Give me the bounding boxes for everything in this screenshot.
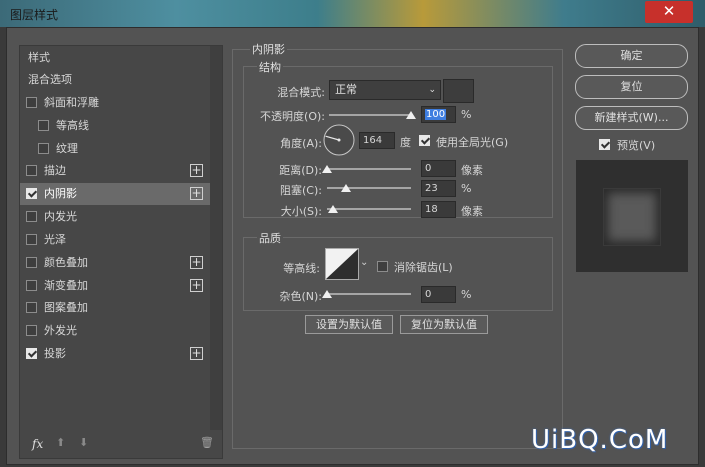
sidebar-item-inner-shadow[interactable]: 内阴影 + <box>20 183 210 205</box>
sidebar-item-satin[interactable]: 光泽 <box>20 229 210 251</box>
sidebar-item-drop-shadow[interactable]: 投影 + <box>20 343 210 365</box>
size-slider[interactable] <box>327 208 411 210</box>
structure-title: 结构 <box>257 59 283 75</box>
size-input[interactable]: 18 <box>421 201 456 218</box>
noise-slider-thumb[interactable] <box>322 290 332 298</box>
contour-chevron-down-icon[interactable]: ⌄ <box>360 257 368 268</box>
noise-input[interactable]: 0 <box>421 286 456 303</box>
anti-alias-label: 消除锯齿(L) <box>394 261 453 274</box>
gradient-overlay-checkbox[interactable] <box>26 280 37 291</box>
sidebar-item-stroke[interactable]: 描边 + <box>20 160 210 182</box>
sidebar-item-blend-options[interactable]: 混合选项 <box>20 69 210 91</box>
site-watermark: UiBQ.CoM <box>531 425 669 455</box>
window-titlebar: 图层样式 ✕ <box>0 0 705 27</box>
close-icon: ✕ <box>662 2 676 20</box>
contour-label: 等高线: <box>283 262 320 275</box>
add-stroke-button[interactable]: + <box>190 164 203 177</box>
opacity-label: 不透明度(O): <box>260 110 325 123</box>
layer-style-dialog: 样式 混合选项 斜面和浮雕 等高线 纹理 描边 + 内阴影 + 内发光 光泽 颜… <box>6 27 699 465</box>
choke-input[interactable]: 23 <box>421 180 456 197</box>
contour-checkbox[interactable] <box>38 120 49 131</box>
fx-icon[interactable]: fx <box>32 437 43 451</box>
size-label: 大小(S): <box>280 205 322 218</box>
angle-unit: 度 <box>400 136 411 149</box>
global-light-checkbox[interactable] <box>419 135 430 146</box>
reset-default-button[interactable]: 复位为默认值 <box>400 315 488 334</box>
angle-input[interactable]: 164 <box>359 132 395 149</box>
distance-unit: 像素 <box>461 164 483 177</box>
choke-label: 阻塞(C): <box>280 184 322 197</box>
blend-mode-label: 混合模式: <box>277 86 325 99</box>
size-slider-thumb[interactable] <box>327 205 338 213</box>
noise-unit: % <box>461 288 472 301</box>
color-overlay-checkbox[interactable] <box>26 257 37 268</box>
add-color-overlay-button[interactable]: + <box>190 256 203 269</box>
panel-title: 内阴影 <box>250 41 287 57</box>
blend-mode-select[interactable]: 正常 ⌄ <box>329 80 441 100</box>
drop-shadow-checkbox[interactable] <box>26 348 37 359</box>
sidebar-scrollbar[interactable] <box>210 46 222 430</box>
distance-input[interactable]: 0 <box>421 160 456 177</box>
choke-slider-thumb[interactable] <box>341 184 352 192</box>
noise-label: 杂色(N): <box>279 290 322 303</box>
preview-checkbox[interactable] <box>599 139 610 150</box>
ok-button[interactable]: 确定 <box>575 44 688 68</box>
sidebar-item-bevel-emboss[interactable]: 斜面和浮雕 <box>20 92 210 114</box>
distance-slider[interactable] <box>327 168 411 170</box>
stroke-checkbox[interactable] <box>26 165 37 176</box>
move-down-icon[interactable]: ⬇ <box>79 436 88 449</box>
close-button[interactable]: ✕ <box>645 1 693 23</box>
shadow-color-swatch[interactable] <box>443 79 474 103</box>
outer-glow-checkbox[interactable] <box>26 325 37 336</box>
chevron-down-icon: ⌄ <box>428 85 436 95</box>
window-title: 图层样式 <box>10 8 59 22</box>
add-gradient-overlay-button[interactable]: + <box>190 279 203 292</box>
sidebar-footer: fx ⬆ ⬇ 🗑 <box>20 430 214 458</box>
sidebar-header-styles[interactable]: 样式 <box>20 47 210 69</box>
inner-shadow-checkbox[interactable] <box>26 188 37 199</box>
noise-slider[interactable] <box>327 293 411 295</box>
new-style-button[interactable]: 新建样式(W)... <box>575 106 688 130</box>
opacity-unit: % <box>461 108 472 121</box>
texture-checkbox[interactable] <box>38 143 49 154</box>
sidebar-item-pattern-overlay[interactable]: 图案叠加 <box>20 297 210 319</box>
satin-checkbox[interactable] <box>26 234 37 245</box>
global-light-label: 使用全局光(G) <box>436 136 509 149</box>
sidebar-item-color-overlay[interactable]: 颜色叠加 + <box>20 252 210 274</box>
angle-dial[interactable] <box>322 123 356 157</box>
bevel-emboss-checkbox[interactable] <box>26 97 37 108</box>
add-inner-shadow-button[interactable]: + <box>190 187 203 200</box>
preview-swatch <box>603 188 661 246</box>
opacity-slider[interactable] <box>329 114 411 116</box>
inner-glow-checkbox[interactable] <box>26 211 37 222</box>
preview-label: 预览(V) <box>617 139 656 152</box>
sidebar-item-contour[interactable]: 等高线 <box>20 115 210 137</box>
distance-label: 距离(D): <box>279 164 322 177</box>
size-unit: 像素 <box>461 205 483 218</box>
choke-slider[interactable] <box>327 187 411 189</box>
sidebar-item-texture[interactable]: 纹理 <box>20 138 210 160</box>
angle-label: 角度(A): <box>280 137 322 150</box>
pattern-overlay-checkbox[interactable] <box>26 302 37 313</box>
quality-title: 品质 <box>257 230 283 246</box>
opacity-slider-thumb[interactable] <box>406 111 416 119</box>
sidebar-item-outer-glow[interactable]: 外发光 <box>20 320 210 342</box>
contour-preview[interactable] <box>325 248 359 280</box>
style-sidebar: 样式 混合选项 斜面和浮雕 等高线 纹理 描边 + 内阴影 + 内发光 光泽 颜… <box>19 45 223 459</box>
move-up-icon[interactable]: ⬆ <box>56 436 65 449</box>
anti-alias-checkbox[interactable] <box>377 261 388 272</box>
style-preview <box>576 160 688 272</box>
sidebar-item-inner-glow[interactable]: 内发光 <box>20 206 210 228</box>
distance-slider-thumb[interactable] <box>322 165 332 173</box>
reset-button[interactable]: 复位 <box>575 75 688 99</box>
choke-unit: % <box>461 182 472 195</box>
set-default-button[interactable]: 设置为默认值 <box>305 315 393 334</box>
opacity-input[interactable]: 100 <box>421 106 456 123</box>
sidebar-item-gradient-overlay[interactable]: 渐变叠加 + <box>20 275 210 297</box>
add-drop-shadow-button[interactable]: + <box>190 347 203 360</box>
trash-icon[interactable]: 🗑 <box>200 436 214 449</box>
